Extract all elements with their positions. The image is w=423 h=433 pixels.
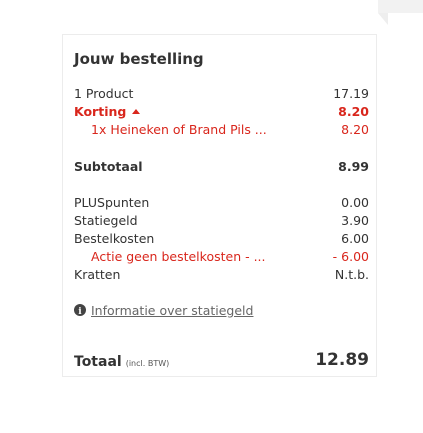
crates-row: Kratten N.t.b. [63, 266, 378, 284]
crates-label: Kratten [74, 267, 121, 282]
tab-fragment [378, 0, 423, 13]
total-label-group: Totaal (incl. BTW) [74, 354, 169, 370]
plus-points-value: 0.00 [341, 195, 369, 210]
plus-points-row: PLUSpunten 0.00 [63, 194, 378, 212]
subtotal-label: Subtotaal [74, 159, 143, 174]
discount-value: 8.20 [338, 104, 369, 119]
deposit-info-link[interactable]: Informatie over statiegeld [91, 303, 253, 318]
discount-item-value: 8.20 [341, 122, 369, 137]
info-icon [74, 303, 86, 321]
promo-label: Actie geen bestelkosten - ... [91, 249, 266, 264]
order-summary-card: Jouw bestelling 1 Product 17.19 Korting … [62, 34, 377, 377]
tab-arrow-decoration [378, 13, 388, 25]
deposit-value: 3.90 [341, 213, 369, 228]
total-vat-note: (incl. BTW) [125, 359, 170, 368]
subtotal-row: Subtotaal 8.99 [63, 158, 378, 176]
discount-label: Korting [74, 104, 127, 119]
product-total-value: 17.19 [333, 86, 369, 101]
total-value: 12.89 [315, 350, 369, 370]
promo-row: Actie geen bestelkosten - ... - 6.00 [63, 248, 378, 266]
discount-toggle[interactable]: Korting [74, 103, 141, 121]
product-count-label: 1 Product [74, 86, 134, 101]
discount-item-row: 1x Heineken of Brand Pils ... 8.20 [63, 121, 378, 139]
caret-up-icon[interactable] [132, 109, 141, 114]
deposit-row: Statiegeld 3.90 [63, 212, 378, 230]
crates-value: N.t.b. [334, 267, 369, 282]
order-summary-title: Jouw bestelling [74, 50, 204, 68]
deposit-label: Statiegeld [74, 213, 138, 228]
subtotal-value: 8.99 [338, 159, 369, 174]
discount-row[interactable]: Korting 8.20 [63, 103, 378, 121]
discount-item-label: 1x Heineken of Brand Pils ... [91, 122, 267, 137]
product-count-row: 1 Product 17.19 [63, 85, 378, 103]
deposit-info-row[interactable]: Informatie over statiegeld [74, 302, 253, 321]
total-row: Totaal (incl. BTW) 12.89 [63, 350, 378, 372]
total-label: Totaal [74, 354, 122, 370]
order-costs-row: Bestelkosten 6.00 [63, 230, 378, 248]
order-costs-value: 6.00 [341, 231, 369, 246]
promo-value: - 6.00 [332, 249, 369, 264]
plus-points-label: PLUSpunten [74, 195, 150, 210]
order-costs-label: Bestelkosten [74, 231, 155, 246]
